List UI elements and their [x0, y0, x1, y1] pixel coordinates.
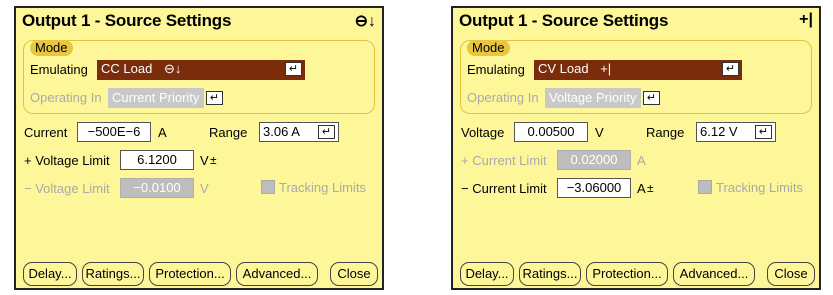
voltage-unit: V [595, 125, 604, 140]
voltage-input[interactable]: 0.00500 [514, 122, 588, 142]
plus-voltage-limit-unit: V [200, 153, 209, 168]
plus-current-limit-unit: A [637, 153, 646, 168]
mode-group-label: Mode [467, 40, 510, 56]
range-label: Range [209, 125, 248, 140]
minus-voltage-limit-unit: V [200, 181, 209, 196]
protection-button[interactable]: Protection... [149, 262, 231, 286]
enter-icon[interactable]: ↵ [722, 62, 739, 76]
mode-group: Mode Emulating CC Load ⊖↓ ↵ Operating In… [23, 40, 375, 114]
advanced-button[interactable]: Advanced... [236, 262, 318, 286]
range-enter-icon[interactable]: ↵ [755, 125, 772, 139]
plus-current-limit-label: + Current Limit [461, 153, 547, 168]
advanced-button[interactable]: Advanced... [673, 262, 755, 286]
operating-in-field: Voltage Priority [545, 88, 641, 108]
voltage-label: Voltage [461, 125, 505, 140]
ratings-button[interactable]: Ratings... [82, 262, 144, 286]
voltage-source-icon: +| [799, 11, 813, 28]
emulating-label: Emulating [467, 62, 525, 77]
mode-group: Mode Emulating CV Load +| ↵ Operating In… [460, 40, 812, 114]
title-bar: Output 1 - Source Settings +| [453, 8, 819, 34]
emulating-dropdown[interactable]: CV Load +| ↵ [534, 60, 742, 80]
operating-in-value: Voltage Priority [549, 90, 637, 105]
emulating-value: CC Load [101, 61, 153, 76]
operating-in-label: Operating In [30, 90, 102, 105]
tracking-limits-label: Tracking Limits [279, 180, 366, 195]
operating-in-label: Operating In [467, 90, 539, 105]
title-bar: Output 1 - Source Settings ⊖↓ [16, 8, 382, 34]
auto-track-icon[interactable]: ± [210, 153, 217, 167]
close-button[interactable]: Close [330, 262, 378, 286]
range-select[interactable]: 6.12 V ↵ [696, 122, 776, 142]
panel-title: Output 1 - Source Settings [22, 11, 232, 30]
mode-group-label: Mode [30, 40, 73, 56]
current-input[interactable]: −500E−6 [77, 122, 151, 142]
panel-title: Output 1 - Source Settings [459, 11, 669, 30]
range-label: Range [646, 125, 685, 140]
emulating-dropdown[interactable]: CC Load ⊖↓ ↵ [97, 60, 305, 80]
operating-enter-icon[interactable]: ↵ [206, 91, 223, 105]
plus-voltage-limit-input[interactable]: 6.1200 [120, 150, 194, 170]
current-unit: A [158, 125, 167, 140]
minus-current-limit-input[interactable]: −3.06000 [557, 178, 631, 198]
range-enter-icon[interactable]: ↵ [318, 125, 335, 139]
tracking-limits-label: Tracking Limits [716, 180, 803, 195]
delay-button[interactable]: Delay... [23, 262, 77, 286]
cc-load-symbol-icon: ⊖↓ [163, 61, 182, 76]
enter-icon[interactable]: ↵ [285, 62, 302, 76]
plus-current-limit-input: 0.02000 [557, 150, 631, 170]
current-label: Current [24, 125, 68, 140]
current-source-icon: ⊖↓ [354, 13, 376, 30]
minus-current-limit-unit: A [637, 181, 646, 196]
minus-voltage-limit-input: −0.0100 [120, 178, 194, 198]
range-select[interactable]: 3.06 A ↵ [259, 122, 339, 142]
auto-track-icon[interactable]: ± [647, 181, 654, 195]
source-settings-panel-cc: Output 1 - Source Settings ⊖↓ Mode Emula… [14, 6, 384, 290]
range-value: 6.12 V [700, 124, 738, 139]
emulating-label: Emulating [30, 62, 88, 77]
range-value: 3.06 A [263, 124, 300, 139]
close-button[interactable]: Close [767, 262, 815, 286]
minus-current-limit-label: − Current Limit [461, 181, 547, 196]
cv-load-symbol-icon: +| [600, 61, 612, 76]
source-settings-panel-cv: Output 1 - Source Settings +| Mode Emula… [451, 6, 821, 290]
plus-voltage-limit-label: + Voltage Limit [24, 153, 110, 168]
emulating-value: CV Load [538, 61, 589, 76]
minus-voltage-limit-label: − Voltage Limit [24, 181, 110, 196]
tracking-limits-checkbox[interactable] [698, 180, 712, 194]
tracking-limits-checkbox[interactable] [261, 180, 275, 194]
protection-button[interactable]: Protection... [586, 262, 668, 286]
ratings-button[interactable]: Ratings... [519, 262, 581, 286]
operating-enter-icon[interactable]: ↵ [643, 91, 660, 105]
operating-in-value: Current Priority [112, 90, 200, 105]
operating-in-field: Current Priority [108, 88, 204, 108]
delay-button[interactable]: Delay... [460, 262, 514, 286]
